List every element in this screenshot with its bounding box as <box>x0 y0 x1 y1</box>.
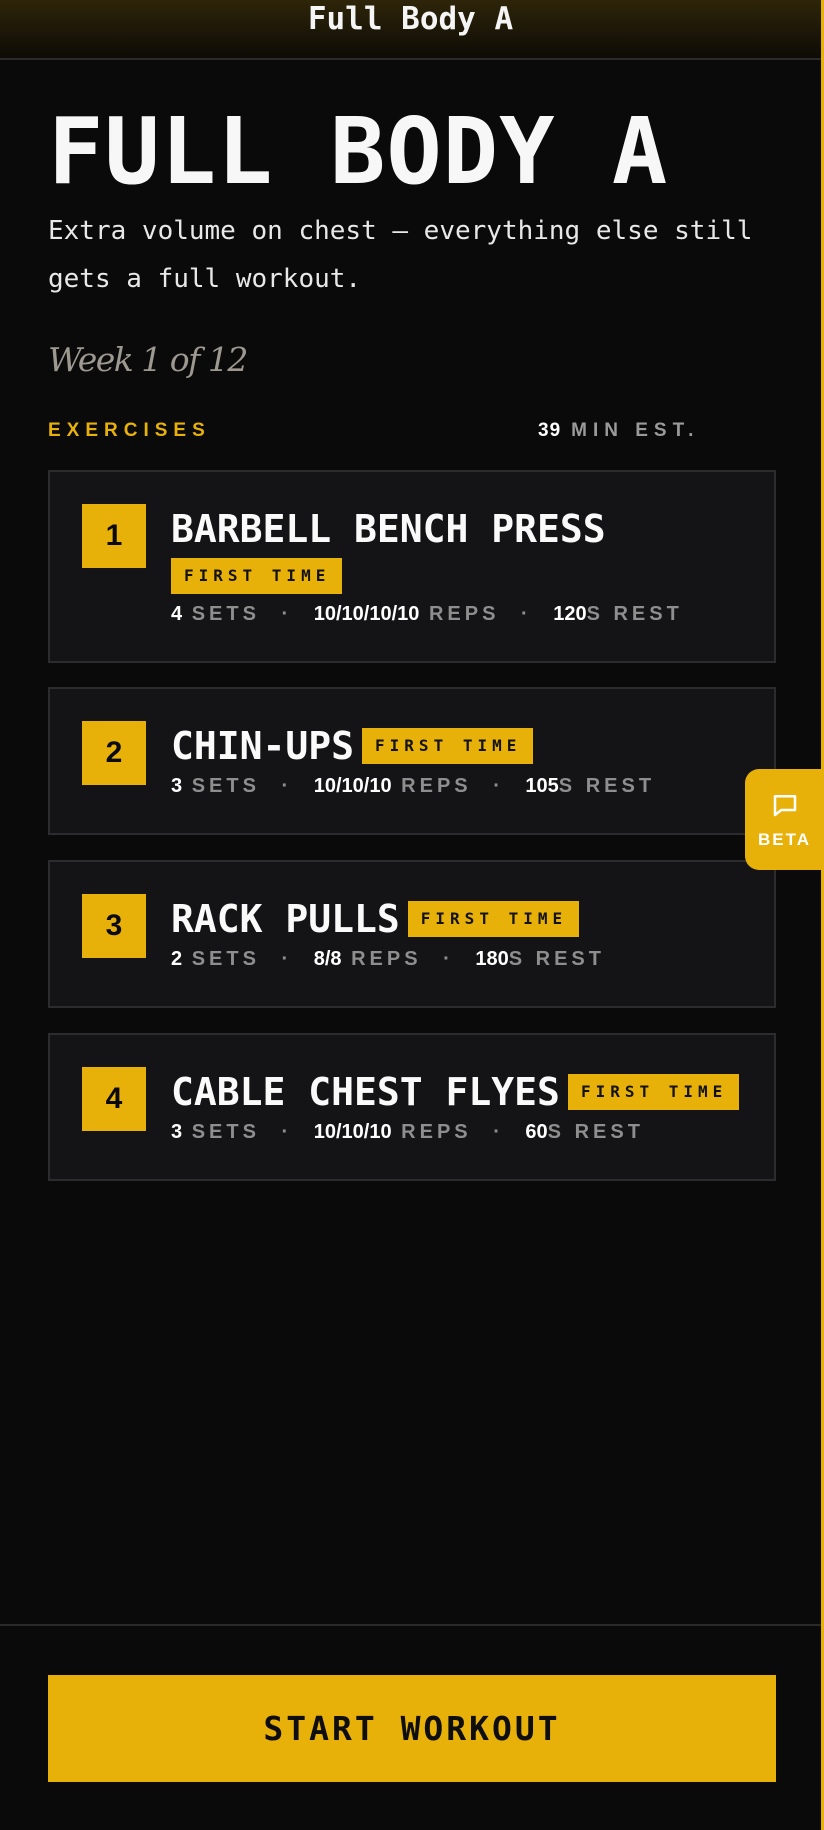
rest-value: 180 <box>475 948 509 970</box>
time-estimate-suffix: MIN EST. <box>571 420 700 441</box>
exercise-meta: 4 SETS · 10/10/10/10 REPS · 120S REST <box>171 603 683 626</box>
separator: · <box>443 948 454 970</box>
rest-label: S REST <box>508 948 605 970</box>
first-time-badge: FIRST TIME <box>362 728 534 764</box>
reps-value: 10/10/10/10 <box>313 603 420 625</box>
time-estimate-value: 39 <box>538 420 562 441</box>
exercise-title-row: CHIN-UPS FIRST TIME <box>171 724 534 768</box>
exercise-card[interactable]: 3 RACK PULLS FIRST TIME 2 SETS · 8/8 REP… <box>48 860 776 1008</box>
first-time-badge: FIRST TIME <box>171 558 343 594</box>
chat-bubble-icon <box>770 790 800 824</box>
first-time-badge: FIRST TIME <box>567 1074 740 1110</box>
exercises-label: EXERCISES <box>48 420 211 441</box>
sets-value: 2 <box>171 948 183 970</box>
separator: · <box>281 775 293 797</box>
sets-value: 4 <box>171 603 183 625</box>
header-title: Full Body A <box>307 1 514 37</box>
exercise-meta: 3 SETS · 10/10/10 REPS · 105S REST <box>171 775 655 798</box>
exercise-number: 4 <box>82 1067 146 1131</box>
exercise-card[interactable]: 2 CHIN-UPS FIRST TIME 3 SETS · 10/10/10 … <box>48 687 776 835</box>
exercise-name: CABLE CHEST FLYES <box>171 1070 560 1114</box>
separator: · <box>281 1121 293 1143</box>
separator: · <box>520 603 532 625</box>
sets-label: SETS <box>191 1121 260 1143</box>
reps-label: REPS <box>428 603 500 625</box>
sets-label: SETS <box>191 948 260 970</box>
exercise-number: 3 <box>82 894 146 958</box>
exercise-meta: 3 SETS · 10/10/10 REPS · 60S REST <box>171 1121 644 1144</box>
sets-label: SETS <box>191 603 260 625</box>
reps-label: REPS <box>401 1121 472 1143</box>
reps-label: REPS <box>401 775 472 797</box>
exercise-meta: 2 SETS · 8/8 REPS · 180S REST <box>171 948 605 971</box>
sets-value: 3 <box>171 1121 183 1143</box>
exercise-name: RACK PULLS <box>171 897 400 941</box>
beta-label: BETA <box>757 829 811 849</box>
exercise-title-row: RACK PULLS FIRST TIME <box>171 897 580 941</box>
exercise-name: CHIN-UPS <box>171 724 355 768</box>
week-indicator: Week 1 of 12 <box>48 340 248 379</box>
start-workout-button[interactable]: START WORKOUT <box>48 1675 776 1782</box>
rest-label: S REST <box>586 603 683 625</box>
beta-feedback-button[interactable]: BETA <box>745 769 824 870</box>
rest-value: 105 <box>525 775 559 797</box>
rest-label: S REST <box>558 775 656 797</box>
exercises-header: EXERCISES 39 MIN EST. <box>48 420 776 444</box>
separator: · <box>281 948 293 970</box>
separator: · <box>281 603 293 625</box>
top-bar: Full Body A <box>0 0 821 60</box>
page-title: FULL BODY A <box>48 98 669 205</box>
workout-description: Extra volume on chest — everything else … <box>48 216 753 294</box>
rest-value: 60 <box>525 1121 548 1143</box>
sets-value: 3 <box>171 775 183 797</box>
exercise-number: 2 <box>82 721 146 785</box>
exercise-card[interactable]: 1 BARBELL BENCH PRESS FIRST TIME 4 SETS … <box>48 470 776 663</box>
reps-value: 10/10/10 <box>313 775 392 797</box>
separator: · <box>493 775 504 797</box>
rest-label: S REST <box>547 1121 644 1143</box>
first-time-badge: FIRST TIME <box>407 901 580 937</box>
reps-value: 10/10/10 <box>313 1121 392 1143</box>
exercise-number: 1 <box>82 504 146 568</box>
reps-value: 8/8 <box>313 948 342 970</box>
exercise-title-row: CABLE CHEST FLYES FIRST TIME <box>171 1070 740 1114</box>
separator: · <box>493 1121 504 1143</box>
footer-divider <box>0 1624 821 1626</box>
reps-label: REPS <box>351 948 422 970</box>
exercise-name: BARBELL BENCH PRESS <box>171 507 606 551</box>
time-estimate: 39 MIN EST. <box>538 420 699 442</box>
rest-value: 120 <box>553 603 587 625</box>
exercise-card[interactable]: 4 CABLE CHEST FLYES FIRST TIME 3 SETS · … <box>48 1033 776 1181</box>
sets-label: SETS <box>191 775 260 797</box>
